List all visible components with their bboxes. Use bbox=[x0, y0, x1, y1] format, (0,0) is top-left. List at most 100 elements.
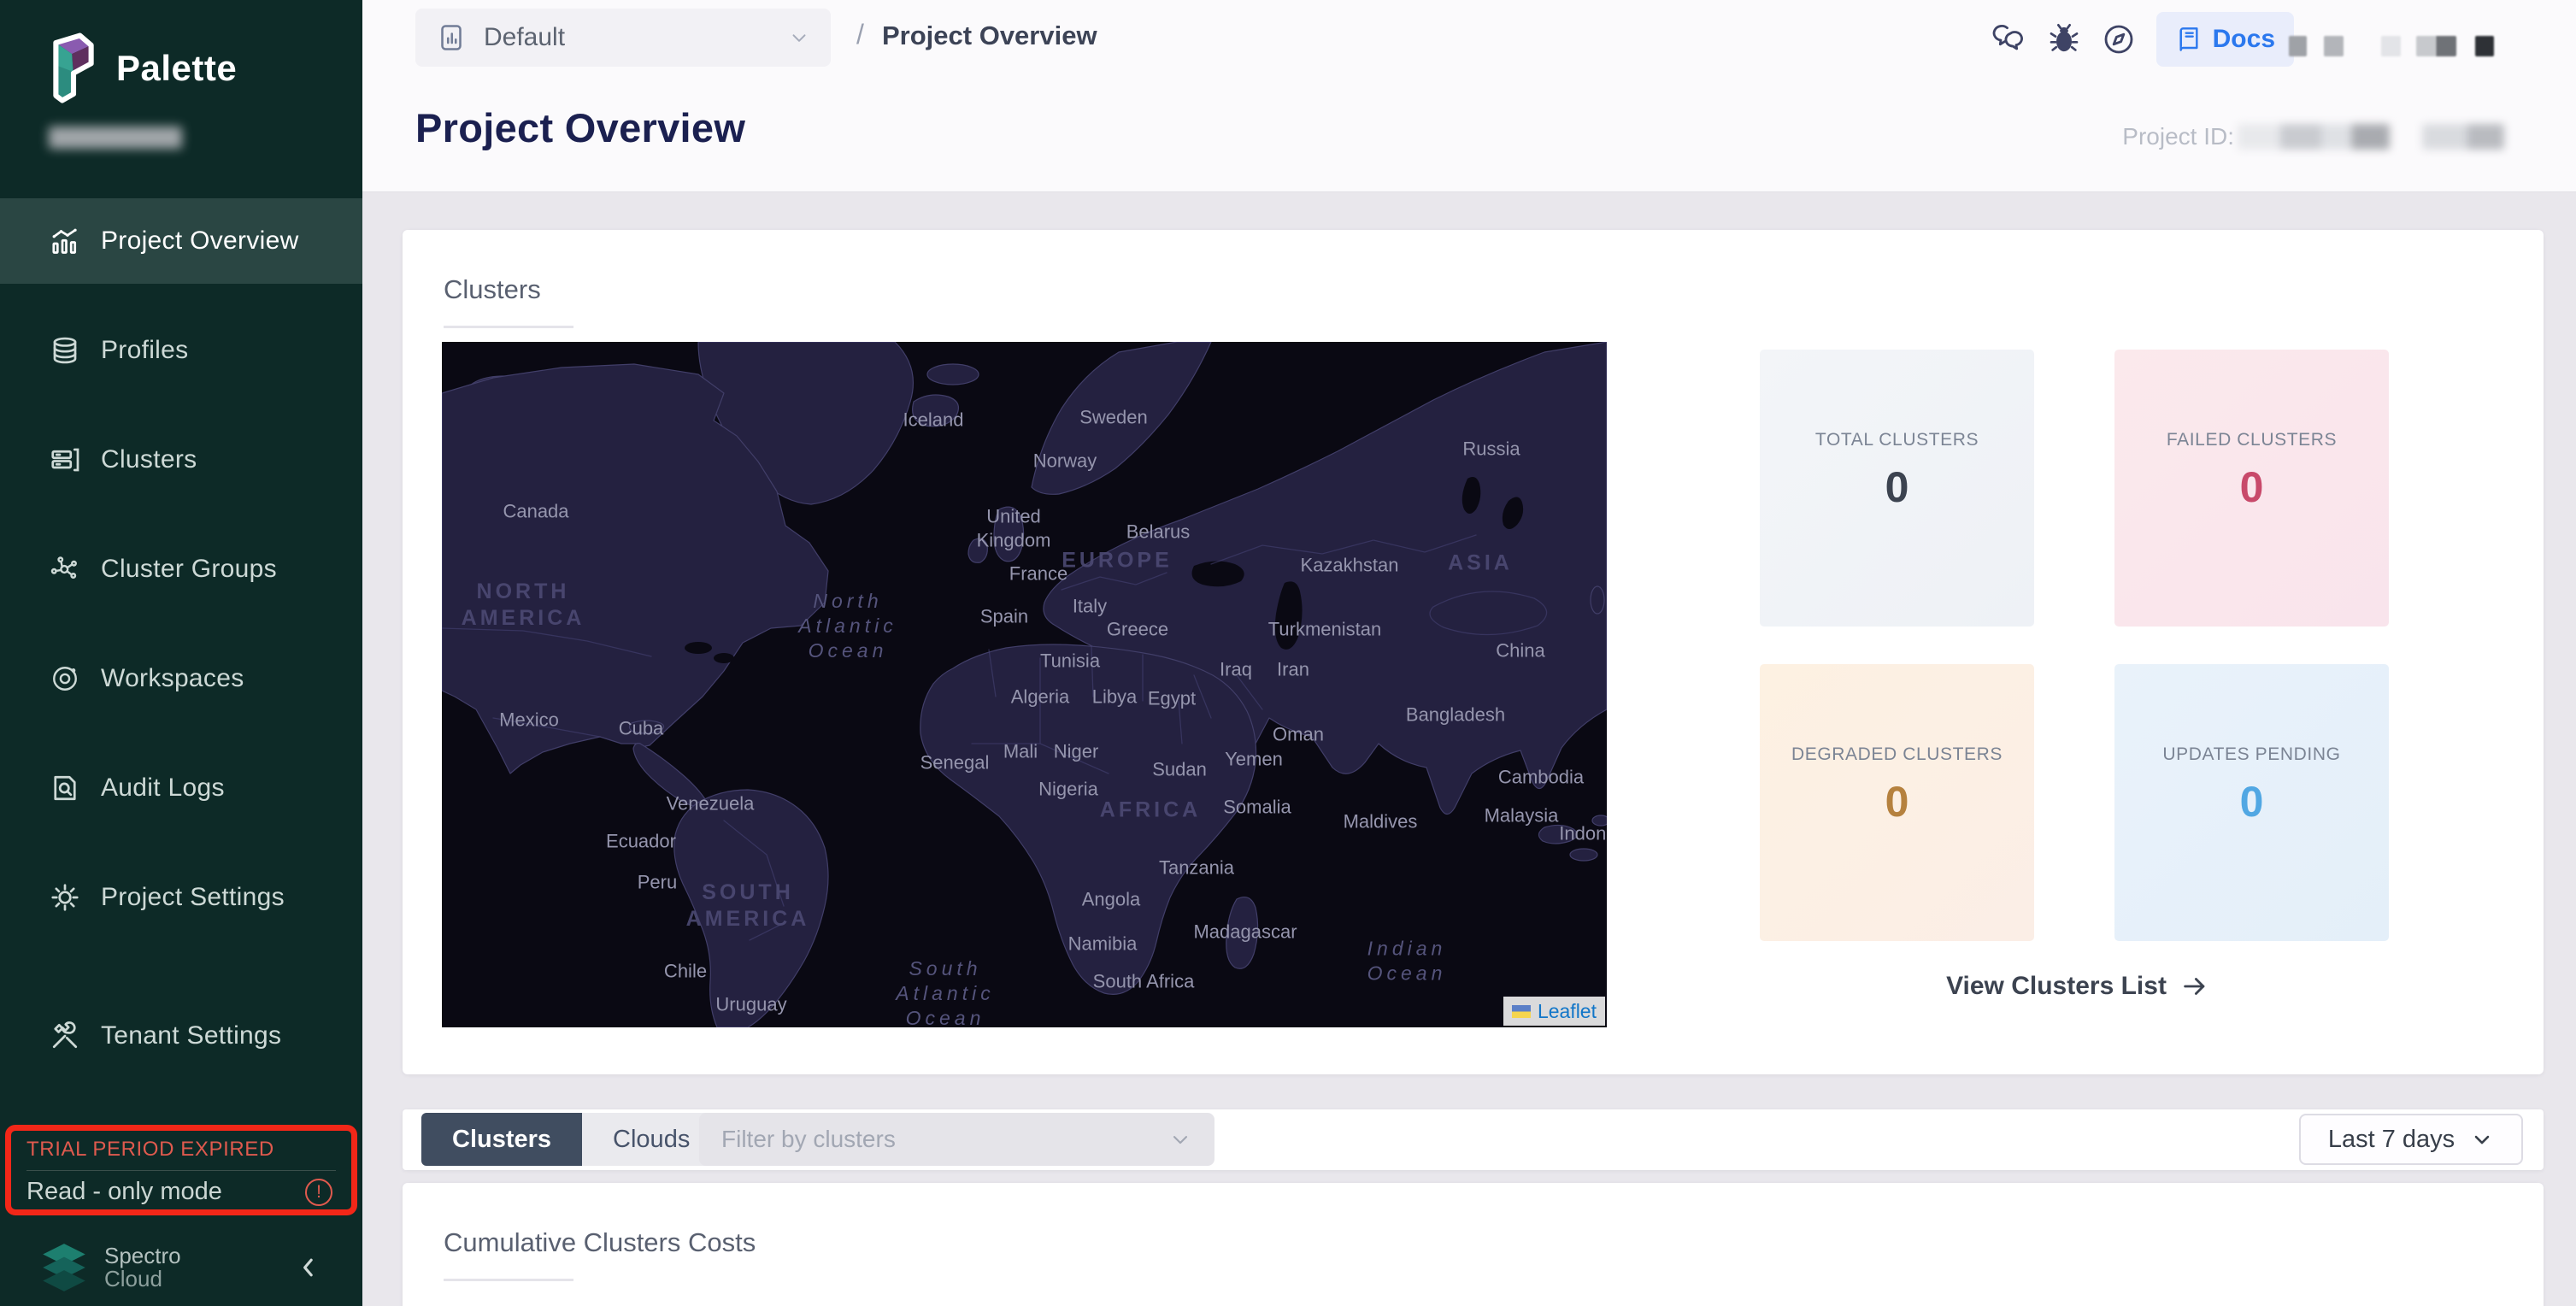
sidebar-item-label: Cluster Groups bbox=[101, 555, 277, 584]
project-id-row: Project ID: bbox=[2122, 123, 2504, 150]
orbit-icon bbox=[50, 663, 80, 694]
redacted-toolbar-items bbox=[2289, 36, 2494, 56]
brand-line1: Spectro bbox=[104, 1244, 181, 1268]
map-label: France bbox=[1009, 562, 1067, 585]
chevron-down-icon bbox=[1168, 1127, 1192, 1151]
sidebar-item-project-overview[interactable]: Project Overview bbox=[0, 198, 362, 284]
leaflet-link[interactable]: Leaflet bbox=[1538, 1000, 1597, 1023]
project-selector-value: Default bbox=[484, 23, 565, 52]
audit-search-icon bbox=[50, 773, 80, 803]
sidebar-item-cluster-groups[interactable]: Cluster Groups bbox=[0, 527, 362, 612]
trial-expired-banner: TRIAL PERIOD EXPIRED Read - only mode ! bbox=[5, 1125, 357, 1215]
view-clusters-list-label: View Clusters List bbox=[1946, 972, 2167, 1001]
filter-strip: Clusters Clouds Filter by clusters Last … bbox=[403, 1109, 2544, 1170]
map-label: Nigeria bbox=[1038, 777, 1098, 801]
collapse-sidebar-icon[interactable] bbox=[296, 1255, 321, 1280]
stat-label: FAILED CLUSTERS bbox=[2167, 430, 2337, 450]
server-icon bbox=[50, 444, 80, 475]
stat-tile-failed-clusters: FAILED CLUSTERS 0 bbox=[2114, 350, 2389, 627]
compass-icon bbox=[2102, 22, 2136, 56]
report-bug-button[interactable] bbox=[2047, 22, 2081, 56]
sidebar-item-label: Project Overview bbox=[101, 226, 299, 256]
chevron-down-icon bbox=[788, 26, 810, 49]
map-label: Angola bbox=[1082, 887, 1141, 911]
project-selector-dropdown[interactable]: Default bbox=[415, 9, 831, 67]
read-only-mode-label: Read - only mode bbox=[26, 1178, 222, 1206]
map-label: Norway bbox=[1033, 449, 1097, 473]
map-label: Cambodia bbox=[1498, 765, 1584, 789]
sidebar-item-label: Audit Logs bbox=[101, 774, 225, 803]
bug-icon bbox=[2047, 22, 2081, 56]
map-attribution[interactable]: Leaflet bbox=[1503, 997, 1605, 1026]
map-label: Niger bbox=[1054, 739, 1099, 763]
map-label: Libya bbox=[1092, 685, 1138, 709]
map-label: Ecuador bbox=[606, 829, 676, 853]
docs-button[interactable]: Docs bbox=[2156, 12, 2294, 67]
map-label: South Atlantic Ocean bbox=[896, 956, 994, 1027]
redacted-block bbox=[2381, 36, 2401, 56]
clusters-world-map[interactable]: IcelandSwedenNorwayRussiaCanadaUnited Ki… bbox=[442, 342, 1607, 1027]
map-label: Cuba bbox=[619, 716, 664, 740]
map-label: United Kingdom bbox=[977, 505, 1051, 552]
chevron-down-icon bbox=[2470, 1127, 2494, 1151]
costs-card-title: Cumulative Clusters Costs bbox=[444, 1227, 756, 1258]
map-label: Madagascar bbox=[1193, 920, 1297, 944]
stat-label: DEGRADED CLUSTERS bbox=[1791, 744, 2003, 765]
clusters-card: Clusters bbox=[403, 230, 2544, 1074]
arrow-right-icon bbox=[2180, 972, 2209, 1001]
map-label: South Africa bbox=[1093, 969, 1195, 993]
feedback-chat-button[interactable] bbox=[1992, 22, 2026, 56]
sidebar-item-project-settings[interactable]: Project Settings bbox=[0, 855, 362, 940]
warning-icon[interactable]: ! bbox=[305, 1179, 332, 1206]
sidebar-item-tenant-settings[interactable]: Tenant Settings bbox=[0, 993, 362, 1079]
breadcrumb-separator: / bbox=[856, 19, 864, 50]
map-label: Yemen bbox=[1225, 747, 1283, 771]
stat-label: UPDATES PENDING bbox=[2162, 744, 2340, 765]
palette-logo-icon bbox=[48, 31, 99, 106]
view-tabs: Clusters Clouds bbox=[421, 1113, 720, 1166]
sidebar-item-audit-logs[interactable]: Audit Logs bbox=[0, 745, 362, 831]
brand-line2: Cloud bbox=[104, 1268, 181, 1291]
chat-bubbles-icon bbox=[1992, 22, 2026, 56]
map-label: Canada bbox=[503, 499, 568, 523]
map-label: Oman bbox=[1273, 722, 1324, 746]
project-id-label: Project ID: bbox=[2122, 123, 2234, 150]
project-chart-icon bbox=[436, 22, 467, 53]
breadcrumb-current[interactable]: Project Overview bbox=[882, 21, 1097, 51]
view-clusters-list-link[interactable]: View Clusters List bbox=[1813, 972, 2343, 1001]
sidebar-item-workspaces[interactable]: Workspaces bbox=[0, 636, 362, 721]
sidebar-item-profiles[interactable]: Profiles bbox=[0, 308, 362, 393]
map-label: Italy bbox=[1073, 594, 1107, 618]
map-label: ASIA bbox=[1448, 550, 1513, 576]
map-label: Indonesia bbox=[1559, 821, 1607, 845]
stat-value: 0 bbox=[2240, 777, 2264, 827]
map-label: China bbox=[1496, 638, 1544, 662]
book-icon bbox=[2175, 26, 2203, 53]
network-nodes-icon bbox=[50, 554, 80, 585]
map-label: Turkmenistan bbox=[1268, 617, 1381, 641]
page-title: Project Overview bbox=[415, 104, 745, 151]
map-label: Uruguay bbox=[715, 992, 786, 1016]
redacted-block bbox=[2289, 36, 2307, 56]
map-label: Iceland bbox=[903, 408, 964, 432]
map-label: Mali bbox=[1003, 739, 1038, 763]
sidebar-item-label: Project Settings bbox=[101, 883, 285, 912]
filter-placeholder: Filter by clusters bbox=[721, 1126, 896, 1153]
map-label: Namibia bbox=[1068, 932, 1138, 956]
map-label: North Atlantic Ocean bbox=[798, 589, 897, 662]
filter-by-clusters-select[interactable]: Filter by clusters bbox=[699, 1113, 1214, 1166]
map-label: Sudan bbox=[1152, 757, 1207, 781]
sidebar-item-label: Profiles bbox=[101, 336, 188, 365]
gear-icon bbox=[50, 882, 80, 913]
map-label: SOUTH AMERICA bbox=[686, 879, 810, 933]
explore-compass-button[interactable] bbox=[2102, 22, 2136, 56]
ukraine-flag-icon bbox=[1512, 1005, 1531, 1018]
sidebar-footer: Spectro Cloud bbox=[0, 1229, 362, 1306]
sidebar-item-clusters[interactable]: Clusters bbox=[0, 417, 362, 503]
stat-value: 0 bbox=[1885, 777, 1909, 827]
date-range-select[interactable]: Last 7 days bbox=[2299, 1114, 2523, 1165]
map-label: Algeria bbox=[1011, 685, 1069, 709]
redacted-block bbox=[2324, 36, 2344, 56]
sidebar-item-label: Clusters bbox=[101, 445, 197, 474]
tab-clusters[interactable]: Clusters bbox=[421, 1113, 582, 1166]
